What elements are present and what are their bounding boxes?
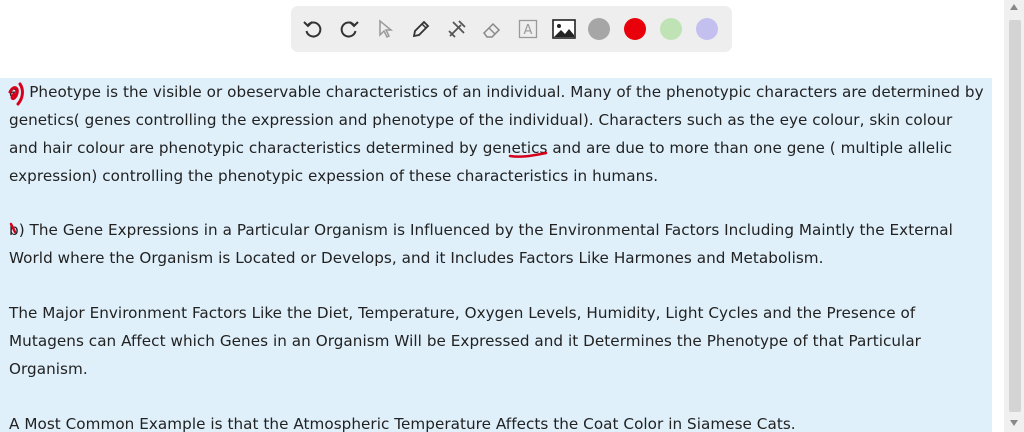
scroll-down-arrow-icon[interactable] [1010, 420, 1018, 426]
pen-icon[interactable] [409, 17, 433, 41]
paragraph-environment-factors: The Major Environment Factors Like the D… [9, 304, 921, 378]
eraser-icon[interactable] [481, 17, 505, 41]
scroll-up-arrow-icon[interactable] [1010, 4, 1018, 10]
paragraph-example: A Most Common Example is that the Atmosp… [9, 415, 796, 432]
drawing-toolbar: A [291, 6, 732, 52]
color-swatch-gray[interactable] [588, 18, 611, 40]
vertical-scrollbar[interactable] [1004, 0, 1024, 432]
undo-icon[interactable] [301, 17, 325, 41]
tools-icon[interactable] [445, 17, 469, 41]
color-swatch-green[interactable] [660, 18, 683, 40]
pointer-icon[interactable] [373, 17, 397, 41]
answer-document: a) Pheotype is the visible or obeservabl… [0, 78, 992, 432]
paragraph-b: b) The Gene Expressions in a Particular … [9, 221, 953, 267]
redo-icon[interactable] [337, 17, 361, 41]
text-box-icon[interactable]: A [516, 17, 540, 41]
text-tool-label: A [524, 23, 533, 38]
color-swatch-red[interactable] [624, 18, 647, 40]
scrollbar-thumb[interactable] [1009, 20, 1021, 412]
paragraph-a: a) Pheotype is the visible or obeservabl… [9, 83, 984, 185]
color-swatch-lavender[interactable] [696, 18, 718, 40]
image-icon[interactable] [552, 17, 577, 41]
